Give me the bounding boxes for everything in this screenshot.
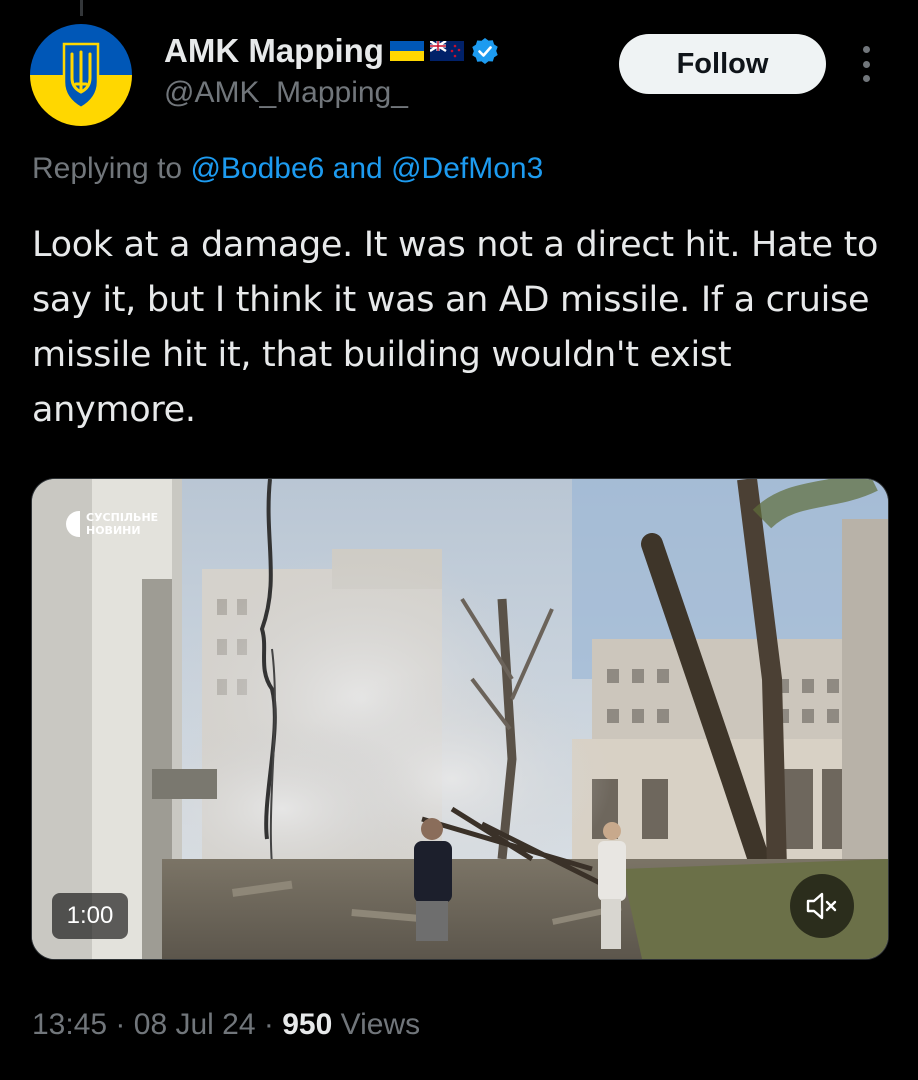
tweet-date[interactable]: 08 Jul 24 bbox=[134, 1008, 256, 1041]
meta-separator: · bbox=[263, 1008, 274, 1041]
tweet-time[interactable]: 13:45 bbox=[32, 1008, 107, 1041]
mention-defmon3-link[interactable]: @DefMon3 bbox=[391, 152, 543, 185]
replying-to-label: Replying to bbox=[32, 152, 183, 185]
author-name-row: AMK Mapping bbox=[164, 32, 500, 70]
verified-badge-icon bbox=[472, 38, 498, 64]
mention-conjunction[interactable]: and bbox=[333, 152, 383, 185]
video-player[interactable]: СУСПІЛЬНЕ НОВИНИ 1:00 bbox=[31, 478, 889, 960]
author-display-name[interactable]: AMK Mapping bbox=[164, 32, 384, 70]
views-count[interactable]: 950 bbox=[282, 1008, 332, 1041]
meta-separator: · bbox=[115, 1008, 126, 1041]
watermark-line2: НОВИНИ bbox=[86, 524, 141, 537]
views-label[interactable]: Views bbox=[341, 1008, 420, 1041]
author-handle[interactable]: @AMK_Mapping_ bbox=[164, 76, 500, 110]
avatar[interactable] bbox=[30, 24, 132, 126]
watermark-line1: СУСПІЛЬНЕ bbox=[86, 511, 159, 524]
mute-toggle-button[interactable] bbox=[790, 874, 854, 938]
follow-button[interactable]: Follow bbox=[619, 34, 826, 94]
thread-connector-line bbox=[80, 0, 83, 16]
more-dot bbox=[862, 75, 870, 82]
ukraine-trident-icon bbox=[30, 24, 132, 126]
more-dot bbox=[862, 60, 870, 68]
new-zealand-flag-icon bbox=[429, 41, 464, 61]
replying-to-line: Replying to @Bodbe6 and @DefMon3 bbox=[32, 152, 543, 186]
author-block: AMK Mapping @AMK_Mapping_ bbox=[164, 32, 500, 110]
more-vertical-icon[interactable] bbox=[856, 46, 876, 82]
video-duration-badge: 1:00 bbox=[52, 893, 128, 939]
suspilne-logo-icon bbox=[66, 511, 80, 537]
tweet-meta: 13:45 · 08 Jul 24 · 950 Views bbox=[32, 1008, 420, 1042]
video-frame-image bbox=[32, 479, 888, 959]
watermark-text: СУСПІЛЬНЕ НОВИНИ bbox=[86, 511, 158, 537]
more-dot bbox=[862, 46, 870, 53]
watermark-logo: СУСПІЛЬНЕ НОВИНИ bbox=[66, 511, 158, 537]
ukraine-flag-icon bbox=[389, 41, 424, 61]
speaker-muted-icon bbox=[806, 892, 837, 920]
mention-bodbe6-link[interactable]: @Bodbe6 bbox=[190, 152, 324, 185]
tweet-text: Look at a damage. It was not a direct hi… bbox=[32, 225, 879, 430]
